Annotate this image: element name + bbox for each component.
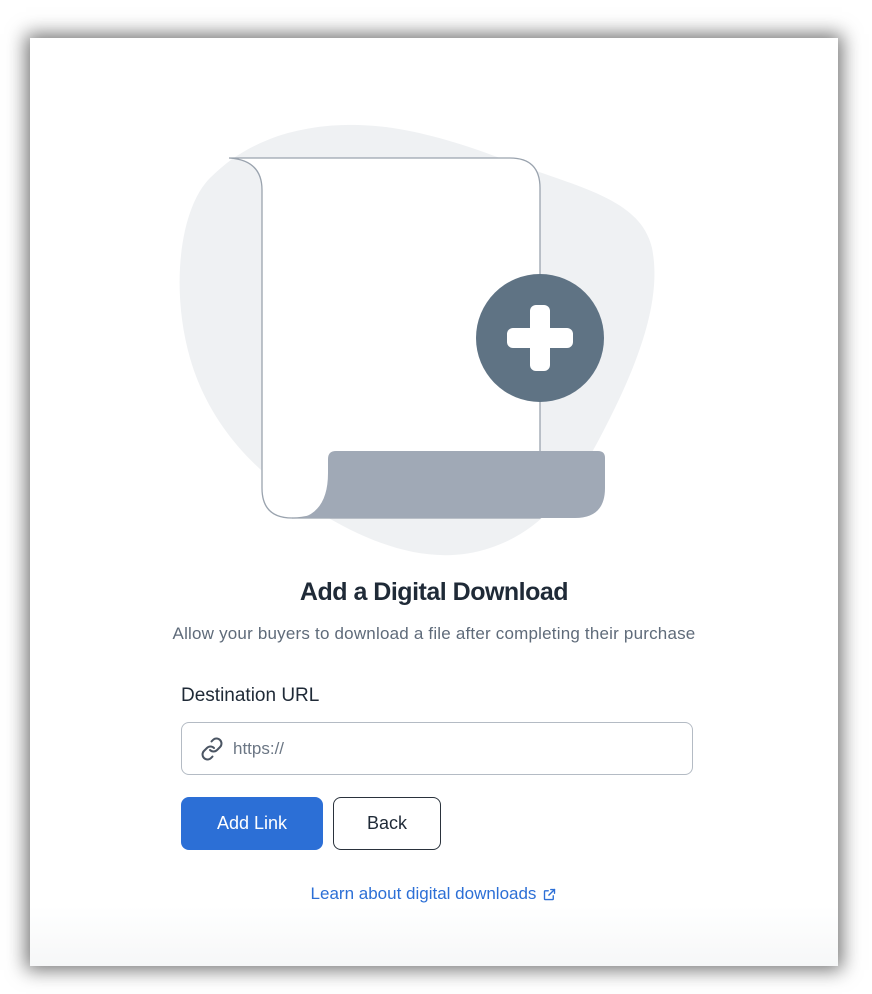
scroll-base bbox=[302, 451, 605, 518]
learn-link-text: Learn about digital downloads bbox=[310, 884, 537, 903]
destination-url-field[interactable] bbox=[181, 722, 693, 775]
document-add-illustration bbox=[179, 124, 655, 556]
page-background: Add a Digital Download Allow your buyers… bbox=[0, 0, 872, 994]
add-digital-download-dialog: Add a Digital Download Allow your buyers… bbox=[30, 38, 838, 966]
add-link-button[interactable]: Add Link bbox=[181, 797, 323, 850]
card-bottom-fade bbox=[30, 906, 838, 966]
plus-icon-vertical bbox=[530, 305, 550, 371]
dialog-subtitle: Allow your buyers to download a file aft… bbox=[172, 624, 696, 643]
external-link-icon bbox=[542, 887, 557, 902]
dialog-title: Add a Digital Download bbox=[299, 578, 569, 606]
destination-url-input[interactable] bbox=[233, 723, 692, 774]
learn-digital-downloads-link[interactable]: Learn about digital downloads bbox=[30, 884, 838, 904]
destination-url-label: Destination URL bbox=[181, 685, 320, 706]
link-icon bbox=[199, 736, 225, 762]
back-button[interactable]: Back bbox=[333, 797, 441, 850]
